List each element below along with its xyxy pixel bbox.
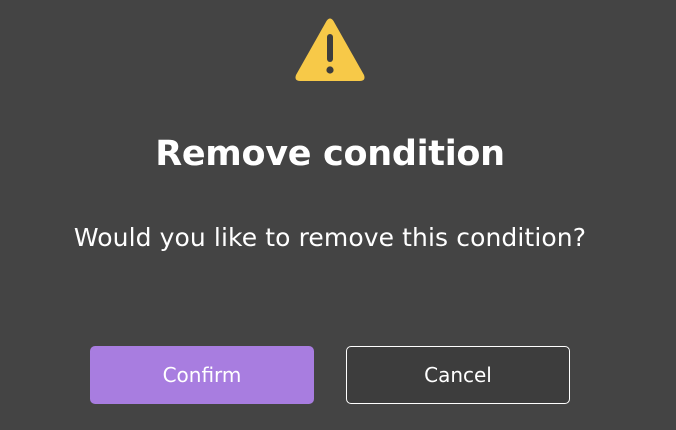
cancel-button[interactable]: Cancel <box>346 346 570 404</box>
dialog-message: Would you like to remove this condition? <box>73 223 587 252</box>
dialog-title: Remove condition <box>155 134 505 174</box>
remove-condition-dialog: Remove condition Would you like to remov… <box>0 0 676 430</box>
warning-icon <box>295 18 365 81</box>
confirm-button[interactable]: Confirm <box>90 346 314 404</box>
